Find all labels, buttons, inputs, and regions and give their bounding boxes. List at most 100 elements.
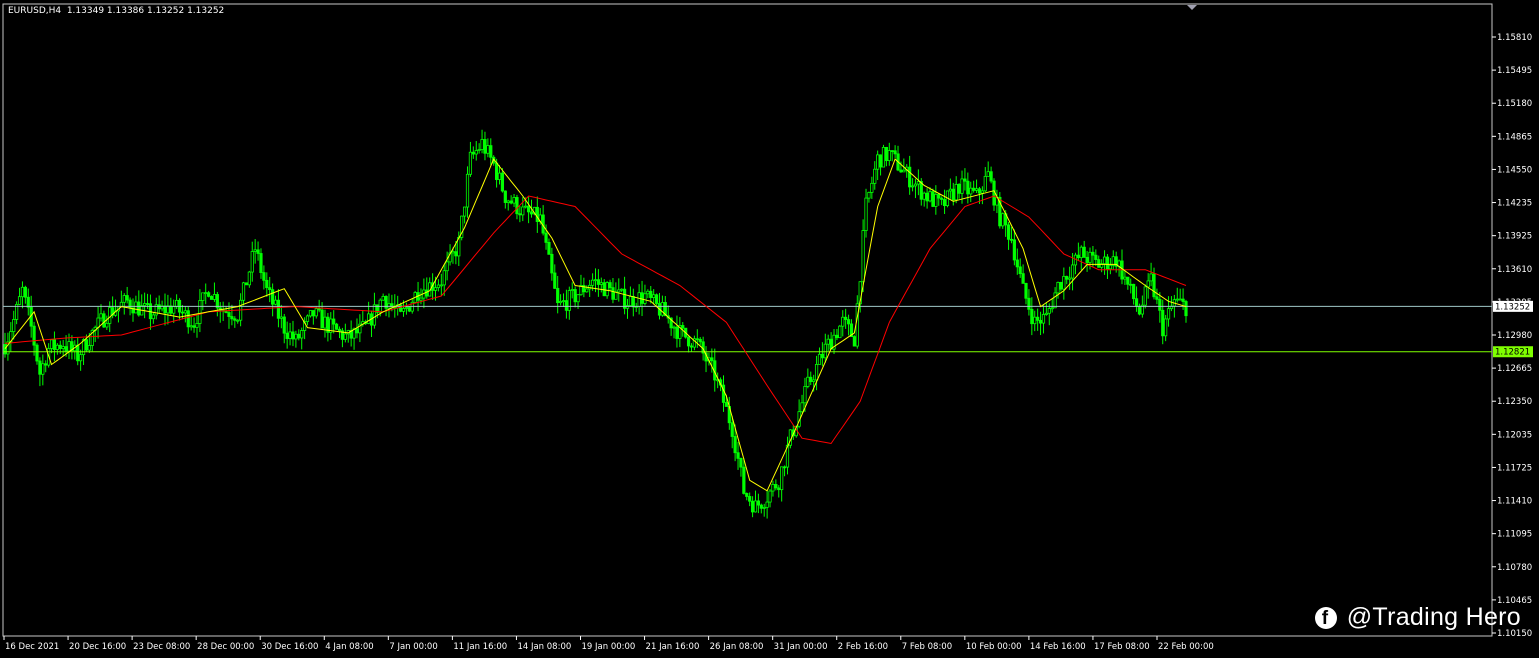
candle-body — [768, 490, 772, 503]
candle-body — [244, 282, 249, 286]
candle-body — [954, 183, 958, 201]
candle-body — [1033, 316, 1037, 325]
x-tick-label: 21 Jan 16:00 — [646, 642, 700, 652]
candle-body — [169, 305, 173, 314]
candle-body — [163, 305, 167, 314]
candle-body — [474, 150, 478, 155]
fast-moving-average-line — [4, 158, 1187, 492]
candle-body — [1050, 307, 1054, 310]
candle-body — [451, 251, 455, 254]
chart-frame-border — [2, 3, 1493, 637]
candle-body — [524, 205, 528, 208]
y-tick-label: 1.15180 — [1497, 99, 1532, 109]
candle-body — [230, 316, 234, 320]
candle-body — [38, 360, 42, 375]
candle-body — [500, 172, 505, 192]
candle-body — [937, 194, 941, 199]
candle-body — [20, 286, 25, 298]
candle-body — [198, 300, 202, 324]
candle-body — [108, 307, 112, 324]
x-tick-label: 7 Jan 00:00 — [389, 642, 437, 652]
candle-body — [823, 343, 827, 359]
candle-body — [590, 279, 595, 286]
candle-body — [332, 318, 336, 325]
candle-body — [844, 316, 848, 320]
candle-body — [1158, 298, 1162, 311]
candle-body — [1038, 319, 1043, 324]
candle-body — [320, 309, 324, 329]
candle-body — [41, 363, 45, 375]
candle-body — [1068, 277, 1072, 280]
candle-body — [61, 346, 65, 349]
candle-body — [285, 332, 289, 339]
x-tick-label: 16 Dec 2021 — [5, 642, 59, 652]
candle-body — [49, 339, 54, 349]
candle-body — [934, 194, 938, 207]
chart-border — [2, 3, 1493, 637]
chart-window[interactable]: 1.15810 1.15495 1.15180 1.14865 1.14550 1.142… — [0, 0, 1539, 658]
candle-body — [1030, 308, 1034, 325]
candle-body — [966, 180, 970, 195]
candle-body — [750, 500, 755, 513]
y-tick-label: 1.13610 — [1497, 265, 1532, 275]
candle-body — [465, 173, 470, 208]
y-tick-label: 1.12665 — [1497, 364, 1532, 374]
candle-body — [425, 289, 429, 297]
candle-body — [224, 310, 228, 313]
price-chart[interactable]: 1.15810 1.15495 1.15180 1.14865 1.14550 1.142… — [0, 0, 1539, 658]
candle-body — [489, 145, 493, 158]
candle-body — [556, 287, 560, 304]
candle-body — [899, 169, 903, 173]
candle-body — [355, 328, 359, 334]
candle-body — [771, 484, 775, 492]
candle-body — [1134, 298, 1139, 307]
candle-body — [317, 308, 321, 311]
candle-body — [686, 336, 691, 347]
candle-body — [890, 150, 894, 152]
candle-body — [841, 316, 845, 327]
candle-body — [207, 292, 211, 297]
candle-body — [227, 312, 231, 317]
candle-body — [570, 289, 574, 291]
candle-body — [419, 297, 423, 301]
candle-body — [1027, 297, 1031, 310]
candle-body — [564, 300, 569, 311]
candle-body — [195, 323, 199, 328]
candle-body — [558, 301, 563, 304]
candle-body — [617, 289, 621, 293]
candle-body — [814, 364, 819, 381]
candle-body — [1184, 301, 1188, 317]
candle-body — [977, 188, 982, 194]
candle-body — [585, 288, 589, 293]
candle-body — [166, 305, 170, 314]
candle-body — [611, 287, 615, 300]
y-tick-label: 1.14550 — [1497, 165, 1532, 175]
candle-body — [983, 175, 987, 192]
candle-body — [1181, 298, 1185, 302]
candle-body — [1012, 239, 1016, 261]
candle-body — [12, 319, 16, 332]
chart-shift-marker-icon[interactable] — [1187, 5, 1197, 10]
y-tick-label: 1.15495 — [1497, 66, 1532, 76]
candle-body — [980, 190, 984, 194]
candle-body — [52, 339, 57, 350]
candle-body — [236, 319, 240, 322]
candle-body — [305, 315, 310, 322]
candle-body — [576, 294, 580, 303]
candle-body — [454, 251, 458, 257]
candle-body — [506, 200, 510, 203]
candle-body — [215, 294, 219, 309]
candle-body — [134, 301, 138, 314]
candle-body — [1070, 264, 1075, 279]
candle-body — [1097, 259, 1101, 268]
candle-body — [908, 166, 912, 188]
candle-body — [494, 162, 499, 180]
candle-body — [96, 317, 100, 328]
candle-body — [1047, 308, 1051, 314]
candle-body — [145, 303, 150, 305]
candle-body — [468, 151, 473, 175]
x-tick-label: 26 Jan 08:00 — [710, 642, 764, 652]
candle-body — [887, 150, 891, 161]
candle-body — [963, 178, 967, 182]
candle-body — [288, 331, 292, 339]
